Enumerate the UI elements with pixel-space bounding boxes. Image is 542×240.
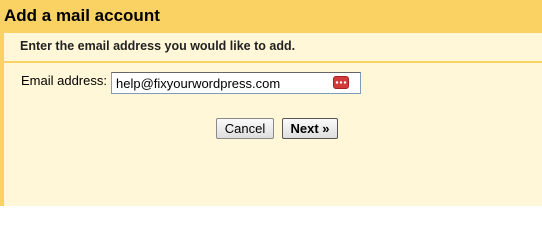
password-manager-icon[interactable] (333, 76, 349, 89)
add-mail-account-dialog: Add a mail account Enter the email addre… (0, 0, 542, 206)
divider (4, 61, 542, 63)
instruction-text: Enter the email address you would like t… (20, 39, 296, 53)
dialog-titlebar: Add a mail account (0, 0, 542, 33)
next-button[interactable]: Next » (282, 118, 338, 139)
email-field[interactable] (111, 72, 361, 94)
email-label: Email address: (21, 73, 107, 88)
cancel-button[interactable]: Cancel (216, 118, 274, 139)
dialog-title: Add a mail account (4, 6, 160, 25)
